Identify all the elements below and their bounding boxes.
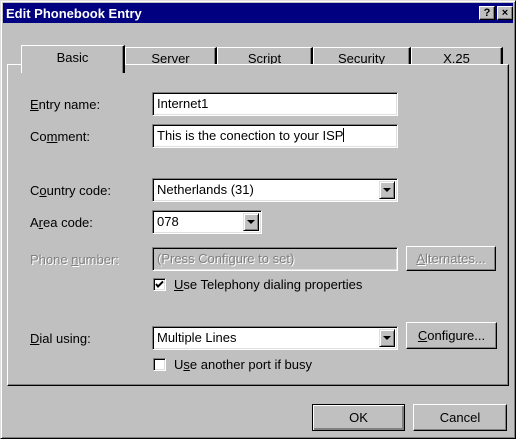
chevron-down-icon[interactable] (379, 181, 395, 199)
comment-label: Comment: (30, 129, 90, 144)
use-another-port-label: Use another port if busy (174, 357, 313, 372)
checkbox-box[interactable] (153, 278, 166, 291)
country-code-select[interactable]: Netherlands (31) (152, 178, 398, 202)
entry-name-field[interactable]: Internet1 (152, 92, 398, 116)
help-icon[interactable]: ? (479, 6, 495, 20)
configure-button[interactable]: Configure... (406, 322, 497, 349)
use-another-port-checkbox[interactable]: Use another port if busy (153, 357, 312, 372)
close-icon[interactable]: × (497, 6, 513, 20)
entry-name-label: Entry name: (30, 97, 101, 112)
comment-value: This is the conection to your ISP (157, 128, 344, 143)
alternates-button[interactable]: Alternates... (406, 246, 496, 271)
country-code-label: Country code: (30, 183, 111, 198)
phone-number-value: (Press Configure to set) (157, 251, 295, 266)
text-caret (343, 128, 345, 142)
tab-basic-label: Basic (56, 50, 89, 65)
dial-using-label: Dial using: (30, 331, 91, 346)
ok-button[interactable]: OK (312, 404, 405, 431)
phone-number-field: (Press Configure to set) (152, 247, 398, 271)
dialog-title: Edit Phonebook Entry (6, 5, 142, 21)
dial-using-value: Multiple Lines (157, 330, 237, 345)
cancel-button[interactable]: Cancel (413, 404, 507, 431)
ok-label: OK (349, 410, 368, 425)
chevron-down-icon[interactable] (379, 329, 395, 347)
use-telephony-checkbox[interactable]: Use Telephony dialing properties (153, 277, 362, 292)
area-code-select[interactable]: 078 (152, 210, 262, 234)
checkbox-box[interactable] (153, 358, 166, 371)
use-telephony-label: Use Telephony dialing properties (174, 277, 363, 292)
edit-phonebook-entry-dialog: Edit Phonebook Entry ? × Basic Server Sc… (0, 0, 516, 439)
tab-basic[interactable]: Basic (21, 45, 125, 73)
phone-number-label: Phone number: (30, 252, 119, 267)
chevron-down-icon[interactable] (243, 213, 259, 231)
area-code-value: 078 (157, 214, 179, 229)
checkmark-icon (155, 280, 164, 288)
cancel-label: Cancel (439, 410, 481, 425)
country-code-value: Netherlands (31) (157, 182, 254, 197)
title-bar[interactable]: Edit Phonebook Entry ? × (3, 3, 513, 23)
dial-using-select[interactable]: Multiple Lines (152, 326, 398, 350)
area-code-label: Area code: (30, 215, 93, 230)
comment-field[interactable]: This is the conection to your ISP (152, 124, 398, 148)
entry-name-value: Internet1 (157, 96, 209, 111)
